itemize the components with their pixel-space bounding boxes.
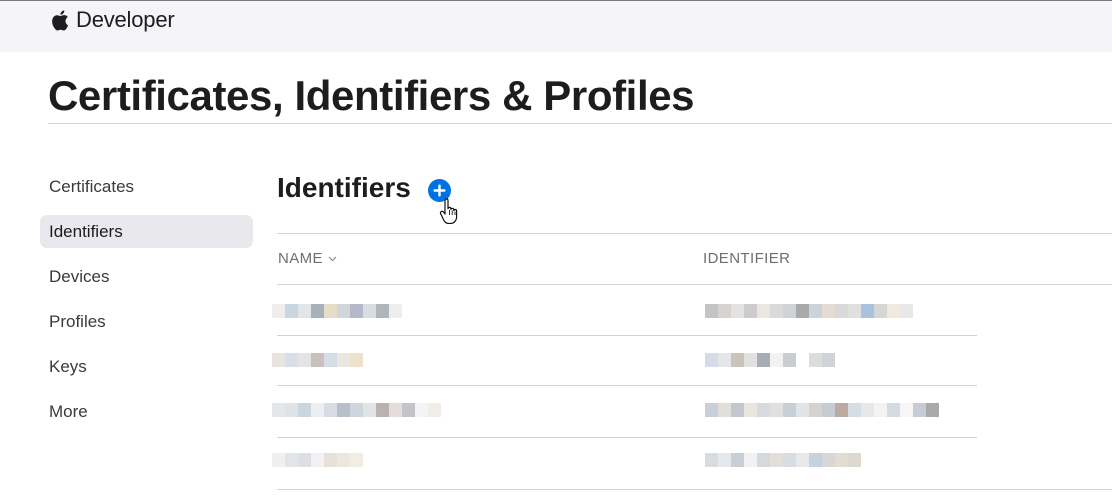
table-row[interactable] (272, 345, 1112, 385)
row-divider (277, 437, 977, 438)
table-row[interactable] (272, 445, 1112, 485)
redacted-name (272, 453, 363, 469)
redacted-identifier (705, 304, 913, 320)
redacted-name (272, 353, 363, 369)
section-title: Identifiers (277, 172, 411, 203)
page-title: Certificates, Identifiers & Profiles (48, 72, 695, 119)
column-header-name-label: NAME (278, 250, 323, 267)
brand-name: Developer (76, 7, 175, 32)
redacted-name (272, 304, 402, 320)
header-divider (277, 284, 1112, 285)
hand-pointer-cursor-icon (439, 198, 458, 224)
row-divider (277, 335, 977, 336)
column-header-identifier[interactable]: IDENTIFIER (703, 250, 790, 267)
sidebar: Certificates Identifiers Devices Profile… (40, 170, 253, 440)
table-bottom-divider (277, 489, 1112, 490)
chevron-down-icon (328, 256, 337, 262)
redacted-identifier (705, 353, 835, 369)
table-top-divider (277, 233, 1112, 234)
row-divider (277, 385, 977, 386)
table-row[interactable] (272, 395, 1112, 435)
redacted-identifier (705, 403, 939, 419)
title-divider (48, 123, 1112, 124)
redacted-name (272, 403, 441, 419)
developer-brand-link[interactable]: Developer (50, 5, 175, 35)
sidebar-item-devices[interactable]: Devices (40, 260, 253, 293)
table-row[interactable] (272, 296, 1112, 336)
sidebar-item-certificates[interactable]: Certificates (40, 170, 253, 203)
apple-logo-icon (52, 10, 69, 31)
sidebar-item-keys[interactable]: Keys (40, 350, 253, 383)
redacted-identifier (705, 453, 861, 469)
global-nav: Developer (0, 0, 1112, 52)
column-header-name[interactable]: NAME (278, 250, 337, 267)
sidebar-item-more[interactable]: More (40, 395, 253, 428)
sidebar-item-profiles[interactable]: Profiles (40, 305, 253, 338)
sidebar-item-identifiers[interactable]: Identifiers (40, 215, 253, 248)
